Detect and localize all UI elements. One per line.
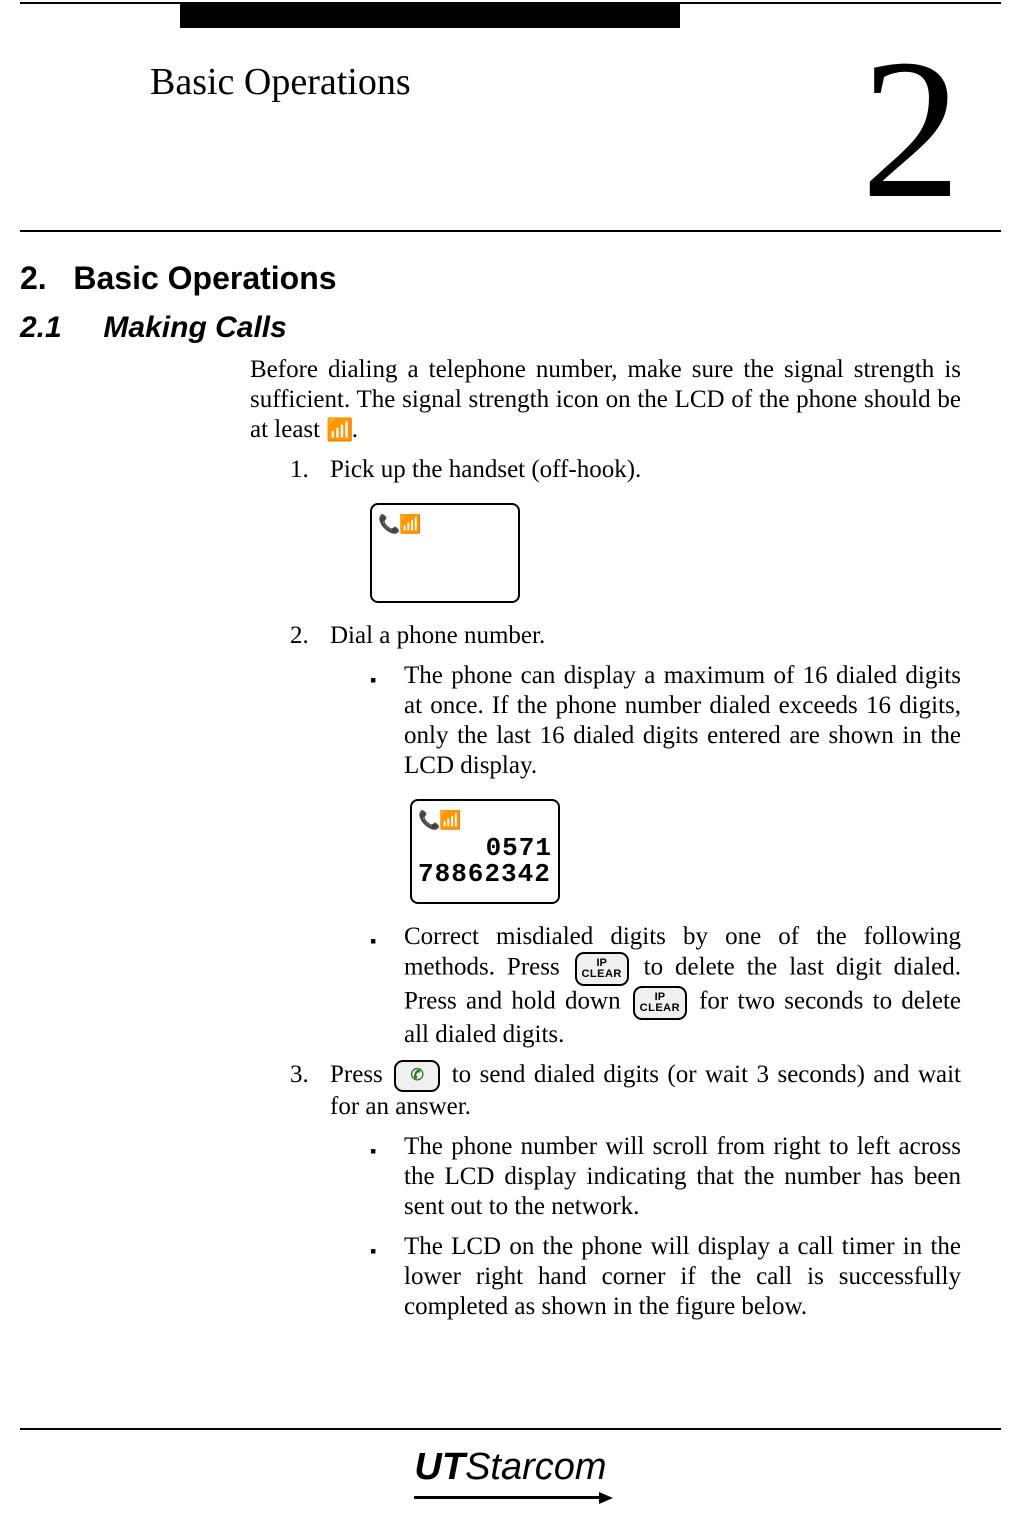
- step-2-bullet-2: ▪ Correct misdialed digits by one of the…: [370, 922, 961, 1050]
- footer-logo: UTStarcom: [0, 1446, 1021, 1495]
- chapter-running-title: Basic Operations: [150, 60, 961, 104]
- bullet-icon: ▪: [370, 922, 404, 1050]
- step-3-num: 3.: [290, 1060, 330, 1122]
- heading-number: 2.: [20, 260, 47, 296]
- intro-paragraph: Before dialing a telephone number, make …: [250, 355, 961, 445]
- chapter-header: Basic Operations 2: [150, 0, 961, 230]
- step-3-text: Press ✆ to send dialed digits (or wait 3…: [330, 1060, 961, 1122]
- step-2: 2. Dial a phone number.: [290, 621, 961, 651]
- step-2-bullet-1: ▪ The phone can display a maximum of 16 …: [370, 661, 961, 781]
- send-key-glyph: ✆: [411, 1068, 424, 1084]
- bullet-icon: ▪: [370, 1132, 404, 1222]
- logo-underline-arrow-icon: [414, 1496, 606, 1499]
- subsection-title: Making Calls: [103, 311, 286, 344]
- logo-bold: UT: [414, 1446, 465, 1488]
- lcd2-icons: 📞📶: [418, 805, 552, 835]
- bullet-icon: ▪: [370, 661, 404, 781]
- section-heading-2: 2. Basic Operations: [20, 260, 961, 297]
- clear-key-icon: IP CLEAR: [633, 986, 687, 1020]
- send-key-icon: ✆: [394, 1060, 440, 1092]
- logo-text: UTStarcom: [414, 1446, 606, 1488]
- lcd-screenshot-1: 📞📶: [370, 503, 520, 603]
- divider-rule: [20, 230, 1001, 232]
- page: Basic Operations 2 2. Basic Operations 2…: [0, 0, 1021, 1535]
- step-2-bullet-1-text: The phone can display a maximum of 16 di…: [404, 661, 961, 781]
- lcd2-line1: 0571: [418, 835, 552, 861]
- step-3-bullet-1: ▪ The phone number will scroll from righ…: [370, 1132, 961, 1222]
- step-2-bullet-2-text: Correct misdialed digits by one of the f…: [404, 922, 961, 1050]
- lcd-screenshot-2: 📞📶 0571 78862342: [410, 799, 560, 904]
- clear-key-line2: CLEAR: [640, 1003, 680, 1014]
- logo-rest: Starcom: [465, 1446, 606, 1488]
- intro-text-after: .: [352, 416, 358, 443]
- step-3-bullets: ▪ The phone number will scroll from righ…: [370, 1132, 961, 1322]
- bullet-icon: ▪: [370, 1232, 404, 1322]
- body: Before dialing a telephone number, make …: [250, 355, 961, 1322]
- step-1: 1. Pick up the handset (off-hook).: [290, 455, 961, 485]
- step-3-bullet-2: ▪ The LCD on the phone will display a ca…: [370, 1232, 961, 1322]
- heading-text: Basic Operations: [73, 260, 336, 296]
- step-1-num: 1.: [290, 455, 330, 485]
- ordered-list: 1. Pick up the handset (off-hook). 📞📶 2.…: [290, 455, 961, 1322]
- step-3-before: Press: [330, 1061, 391, 1088]
- step-3-bullet-2-text: The LCD on the phone will display a call…: [404, 1232, 961, 1322]
- clear-key-icon: IP CLEAR: [575, 952, 629, 986]
- chapter-number: 2: [861, 30, 961, 230]
- lcd2-line2: 78862342: [418, 861, 552, 887]
- signal-icon: 📶: [326, 415, 351, 445]
- content: 2. Basic Operations 2.1 Making Calls Bef…: [20, 260, 961, 1322]
- clear-key-line2: CLEAR: [581, 969, 621, 980]
- lcd1-icons: 📞📶: [378, 509, 512, 539]
- subsection-number: 2.1: [20, 311, 62, 344]
- step-2-text: Dial a phone number.: [330, 621, 961, 651]
- step-2-bullets: ▪ The phone can display a maximum of 16 …: [370, 661, 961, 1050]
- step-3-bullet-1-text: The phone number will scroll from right …: [404, 1132, 961, 1222]
- footer-rule: [20, 1428, 1001, 1430]
- step-3: 3. Press ✆ to send dialed digits (or wai…: [290, 1060, 961, 1122]
- section-heading-2-1: 2.1 Making Calls: [20, 311, 961, 345]
- step-2-num: 2.: [290, 621, 330, 651]
- step-1-text: Pick up the handset (off-hook).: [330, 455, 961, 485]
